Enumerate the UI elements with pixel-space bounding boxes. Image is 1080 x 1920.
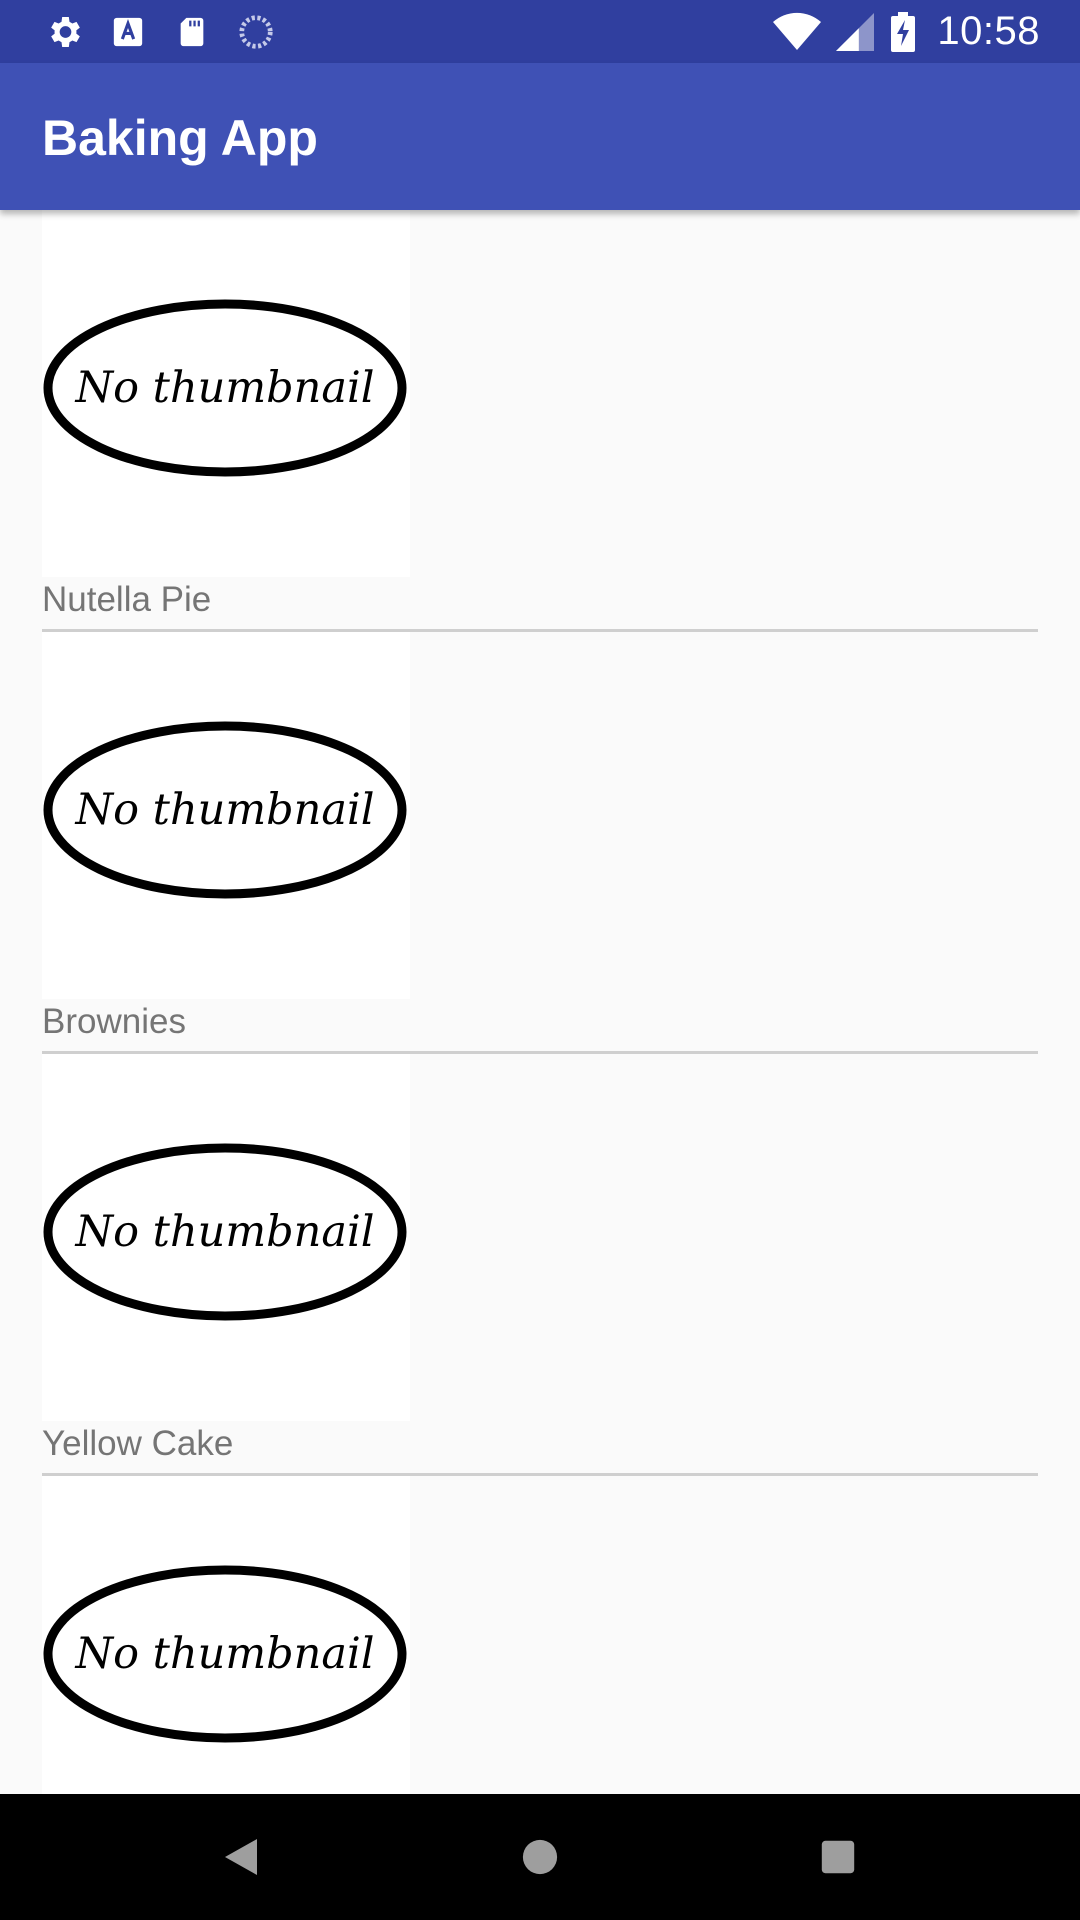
back-icon[interactable]	[216, 1832, 266, 1882]
status-bar-left	[44, 0, 276, 63]
sd-card-icon	[172, 12, 212, 52]
recipe-item[interactable]: No thumbnail Cheesecake	[0, 1476, 1080, 1794]
svg-text:No thumbnail: No thumbnail	[75, 363, 375, 413]
app-title: Baking App	[42, 110, 318, 166]
recipe-item[interactable]: No thumbnail Nutella Pie	[0, 210, 1080, 632]
status-bar: 10:58	[0, 0, 1080, 63]
recipe-thumbnail: No thumbnail	[42, 210, 410, 577]
recipe-thumbnail: No thumbnail	[42, 1476, 410, 1794]
text-a-icon	[108, 12, 148, 52]
svg-text:No thumbnail: No thumbnail	[75, 1629, 375, 1679]
status-time: 10:58	[937, 9, 1040, 53]
recipe-list[interactable]: No thumbnail Nutella Pie No thumbnail Br…	[0, 210, 1080, 1794]
screen: 10:58 Baking App No thumbnail Nutella Pi…	[0, 0, 1080, 1920]
signal-icon	[835, 12, 875, 52]
loading-icon	[236, 12, 276, 52]
recipe-item[interactable]: No thumbnail Yellow Cake	[0, 1054, 1080, 1476]
recents-icon[interactable]	[813, 1832, 863, 1882]
wifi-icon	[773, 12, 822, 52]
svg-text:No thumbnail: No thumbnail	[75, 785, 375, 835]
no-thumbnail-image: No thumbnail	[43, 1565, 407, 1743]
home-icon[interactable]	[515, 1832, 565, 1882]
no-thumbnail-image: No thumbnail	[43, 299, 407, 477]
recipe-name: Yellow Cake	[42, 1424, 234, 1463]
recipe-thumbnail: No thumbnail	[42, 632, 410, 999]
navigation-bar	[0, 1794, 1080, 1920]
no-thumbnail-image: No thumbnail	[43, 1143, 407, 1321]
recipe-name: Brownies	[42, 1002, 186, 1041]
recipe-thumbnail: No thumbnail	[42, 1054, 410, 1421]
recipe-item[interactable]: No thumbnail Brownies	[0, 632, 1080, 1054]
settings-icon	[44, 12, 84, 52]
svg-text:No thumbnail: No thumbnail	[75, 1207, 375, 1257]
app-bar: Baking App	[0, 63, 1080, 210]
battery-charging-icon	[889, 11, 917, 52]
no-thumbnail-image: No thumbnail	[43, 721, 407, 899]
recipe-name: Nutella Pie	[42, 580, 212, 619]
status-bar-right: 10:58	[773, 0, 1040, 63]
